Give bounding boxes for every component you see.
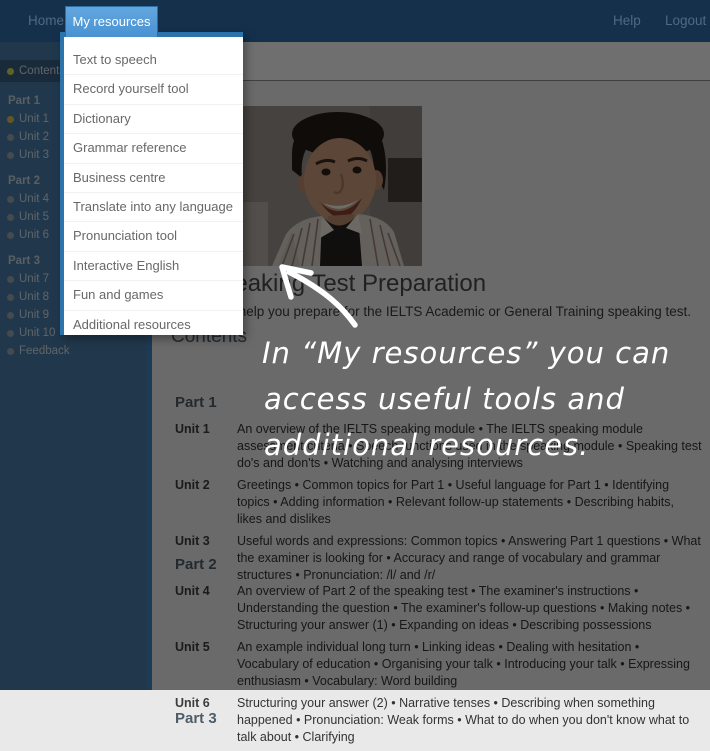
menu-item-grammar-reference[interactable]: Grammar reference xyxy=(64,134,243,163)
part-label: Part 3 xyxy=(175,710,695,727)
menu-item-business-centre[interactable]: Business centre xyxy=(64,164,243,193)
menu-item-dictionary[interactable]: Dictionary xyxy=(64,105,243,134)
nav-home-link[interactable]: Home xyxy=(28,0,64,42)
tutorial-text-line-3: additional resources. xyxy=(264,428,589,462)
menu-item-record-yourself-tool[interactable]: Record yourself tool xyxy=(64,75,243,104)
menu-item-pronunciation-tool[interactable]: Pronunciation tool xyxy=(64,222,243,251)
menu-item-translate[interactable]: Translate into any language xyxy=(64,193,243,222)
menu-item-fun-and-games[interactable]: Fun and games xyxy=(64,281,243,310)
nav-logout-link[interactable]: Logout xyxy=(665,0,706,42)
content-part-3: Part 3 xyxy=(175,710,695,727)
tutorial-text-line-1: In “My resources” you can xyxy=(262,336,670,370)
menu-item-text-to-speech[interactable]: Text to speech xyxy=(64,46,243,75)
menu-item-interactive-english[interactable]: Interactive English xyxy=(64,252,243,281)
my-resources-dropdown: Text to speech Record yourself tool Dict… xyxy=(60,32,243,335)
nav-help-link[interactable]: Help xyxy=(613,0,641,42)
tutorial-text-line-2: access useful tools and xyxy=(264,382,625,416)
my-resources-tab[interactable]: My resources xyxy=(65,6,158,37)
menu-item-additional-resources[interactable]: Additional resources xyxy=(64,311,243,339)
